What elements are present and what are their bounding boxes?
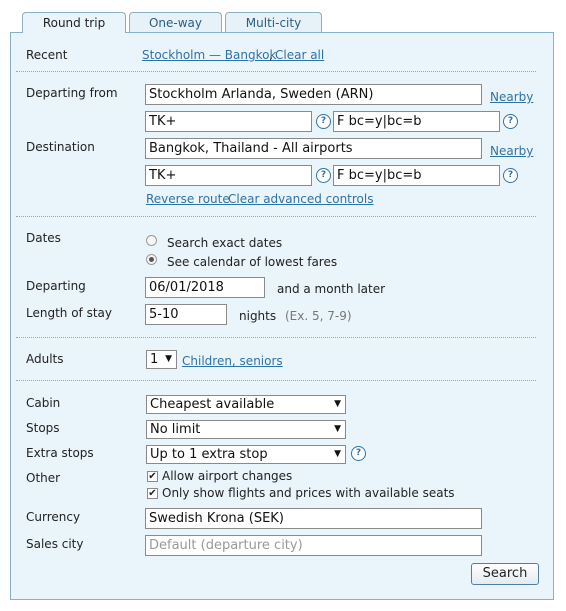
allow-airport-changes-checkbox[interactable]: ✔ bbox=[147, 471, 158, 482]
departing-date-input[interactable]: 06/01/2018 bbox=[145, 277, 265, 298]
currency-label: Currency bbox=[26, 510, 81, 524]
divider bbox=[16, 380, 536, 381]
divider bbox=[16, 337, 536, 338]
from-routing-input[interactable]: TK+ bbox=[145, 111, 312, 132]
sales-city-label: Sales city bbox=[26, 537, 84, 551]
dest-extension-input[interactable]: F bc=y|bc=b bbox=[333, 165, 500, 186]
sales-city-input[interactable]: Default (departure city) bbox=[145, 535, 482, 556]
departing-from-input[interactable]: Stockholm Arlanda, Sweden (ARN) bbox=[145, 84, 482, 105]
departing-suffix: and a month later bbox=[277, 282, 386, 296]
from-extension-input[interactable]: F bc=y|bc=b bbox=[333, 111, 500, 132]
extra-stops-value: Up to 1 extra stop bbox=[150, 447, 268, 462]
tab-label: One-way bbox=[148, 16, 203, 30]
tab-one-way[interactable]: One-way bbox=[129, 12, 222, 32]
search-exact-dates-radio[interactable] bbox=[146, 235, 157, 246]
length-of-stay-label: Length of stay bbox=[26, 306, 112, 320]
length-of-stay-input[interactable]: 5-10 bbox=[145, 304, 227, 325]
nights-label: nights bbox=[239, 309, 277, 323]
calendar-lowest-fares-label: See calendar of lowest fares bbox=[167, 255, 338, 269]
extra-stops-label: Extra stops bbox=[26, 446, 94, 460]
nearby-dest-link[interactable]: Nearby bbox=[490, 144, 533, 158]
allow-airport-changes-label: Allow airport changes bbox=[162, 469, 293, 483]
chevron-down-icon: ▼ bbox=[334, 399, 341, 409]
stops-value: No limit bbox=[150, 422, 201, 437]
adults-label: Adults bbox=[26, 352, 64, 366]
reverse-route-link[interactable]: Reverse route bbox=[146, 192, 230, 206]
help-icon[interactable]: ? bbox=[503, 168, 518, 183]
dest-routing-input[interactable]: TK+ bbox=[145, 165, 312, 186]
departing-label: Departing bbox=[26, 279, 86, 293]
recent-route-link[interactable]: Stockholm — Bangkok bbox=[142, 48, 276, 62]
recent-label: Recent bbox=[26, 48, 68, 62]
tab-round-trip[interactable]: Round trip bbox=[22, 12, 126, 33]
only-available-seats-label: Only show flights and prices with availa… bbox=[162, 486, 455, 500]
adults-value: 1 bbox=[150, 352, 159, 367]
stops-select[interactable]: No limit ▼ bbox=[146, 420, 346, 439]
tab-label: Multi-city bbox=[245, 16, 302, 30]
calendar-lowest-fares-radio[interactable] bbox=[146, 254, 157, 265]
cabin-label: Cabin bbox=[26, 396, 61, 410]
tab-label: Round trip bbox=[42, 16, 106, 30]
stay-hint: (Ex. 5, 7-9) bbox=[285, 309, 352, 323]
tab-multi-city[interactable]: Multi-city bbox=[225, 12, 322, 32]
search-exact-dates-label: Search exact dates bbox=[167, 236, 283, 250]
help-icon[interactable]: ? bbox=[316, 168, 331, 183]
destination-label: Destination bbox=[26, 140, 95, 154]
destination-input[interactable]: Bangkok, Thailand - All airports bbox=[145, 138, 482, 159]
stops-label: Stops bbox=[26, 421, 60, 435]
currency-input[interactable]: Swedish Krona (SEK) bbox=[145, 508, 482, 529]
help-icon[interactable]: ? bbox=[351, 446, 366, 461]
clear-all-link[interactable]: Clear all bbox=[275, 48, 324, 62]
clear-advanced-controls-link[interactable]: Clear advanced controls bbox=[228, 192, 374, 206]
search-button[interactable]: Search bbox=[471, 563, 539, 585]
divider bbox=[16, 71, 536, 72]
extra-stops-select[interactable]: Up to 1 extra stop ▼ bbox=[146, 445, 346, 464]
other-label: Other bbox=[26, 471, 61, 485]
only-available-seats-checkbox[interactable]: ✔ bbox=[147, 488, 158, 499]
nearby-from-link[interactable]: Nearby bbox=[490, 90, 533, 104]
cabin-value: Cheapest available bbox=[150, 397, 275, 412]
departing-from-label: Departing from bbox=[26, 86, 118, 100]
adults-select[interactable]: 1 ▼ bbox=[146, 350, 177, 369]
dates-label: Dates bbox=[26, 231, 61, 245]
children-seniors-link[interactable]: Children, seniors bbox=[182, 354, 283, 368]
help-icon[interactable]: ? bbox=[503, 114, 518, 129]
chevron-down-icon: ▼ bbox=[334, 449, 341, 459]
cabin-select[interactable]: Cheapest available ▼ bbox=[146, 395, 346, 414]
recent-comma: , bbox=[269, 48, 273, 62]
help-icon[interactable]: ? bbox=[316, 114, 331, 129]
divider bbox=[16, 216, 536, 217]
chevron-down-icon: ▼ bbox=[165, 354, 172, 364]
chevron-down-icon: ▼ bbox=[334, 424, 341, 434]
